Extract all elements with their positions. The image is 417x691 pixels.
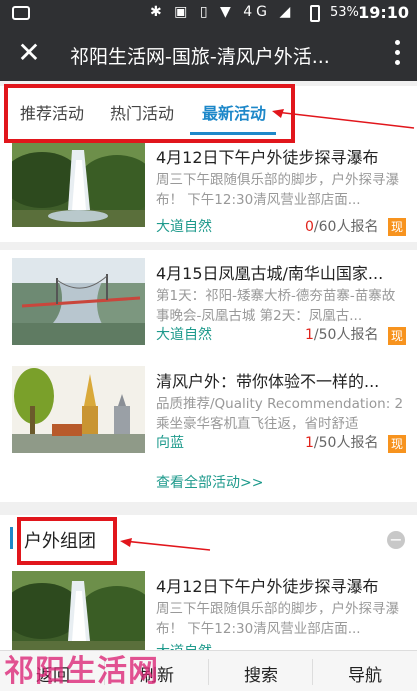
activity-organizer: 大道自然 (156, 327, 212, 343)
activity-description: 周三下午跟随俱乐部的脚步，户外探寻瀑布！ 下午12:30清风营业部店面... (156, 172, 399, 208)
waterfall-thumbnail (12, 140, 145, 227)
activity-item[interactable]: 清风户外：带你体验不一样的... 品质推荐/Quality Recommenda… (0, 358, 417, 466)
activity-title: 清风户外：带你体验不一样的... (156, 372, 380, 391)
waterfall-thumbnail (12, 571, 145, 658)
status-badge: 现 (388, 435, 406, 453)
collapse-icon[interactable]: − (387, 531, 405, 549)
signup-count: 1 (305, 327, 314, 343)
activity-title: 4月12日下午户外徒步探寻瀑布 (156, 148, 379, 167)
signup-capacity: /50人报名 (313, 435, 379, 451)
signup-capacity: /60人报名 (313, 219, 379, 235)
status-icons: ✱ ▣ ▯ ▼ 4G ◢ (150, 4, 295, 20)
activity-signups: 1/50人报名 (305, 432, 378, 452)
activity-signups: 1/50人报名 (305, 324, 378, 344)
activity-item[interactable]: 4月15日凤凰古城/南华山国家... 第1天：祁阳-矮寨大桥-德夯苗寨-苗寨故事… (0, 250, 417, 358)
activity-signups: 0/60人报名 (305, 216, 378, 236)
status-badge: 现 (388, 218, 406, 236)
annotation-arrow (272, 109, 415, 129)
search-button[interactable]: 搜索 (244, 661, 278, 686)
highlight-box-tabs (4, 84, 295, 143)
status-bar: ✱ ▣ ▯ ▼ 4G ◢ 53% 19:10 (0, 0, 417, 28)
temple-thumbnail (12, 366, 145, 453)
group-item[interactable]: 4月12日下午户外徒步探寻瀑布 周三下午跟随俱乐部的脚步，户外探寻瀑布！ 下午1… (0, 565, 417, 660)
activity-description: 第1天：祁阳-矮寨大桥-德夯苗寨-苗寨故事晚会-凤凰古城 第2天：凤凰古... (156, 288, 396, 324)
signup-capacity: /50人报名 (313, 327, 379, 343)
network-label: 4G (243, 4, 271, 20)
site-watermark: 祁阳生活网 (4, 654, 159, 689)
nav-separator (312, 659, 313, 685)
navigation-button[interactable]: 导航 (348, 661, 382, 686)
signup-count: 0 (305, 219, 314, 235)
clock: 19:10 (358, 3, 409, 22)
battery-percent: 53% (330, 5, 359, 20)
page-title: 祁阳生活网-国旅-清风户外活... (70, 46, 330, 68)
more-options-icon[interactable] (395, 40, 403, 70)
highlight-box-section (17, 517, 117, 565)
activity-description: 品质推荐/Quality Recommendation: 2乘坐豪华客机直飞往返… (156, 396, 404, 432)
status-badge: 现 (388, 327, 406, 345)
nav-separator (208, 659, 209, 685)
group-title: 4月12日下午户外徒步探寻瀑布 (156, 577, 379, 596)
activity-organizer: 向蓝 (156, 435, 184, 451)
section-divider (0, 502, 417, 514)
activity-organizer: 大道自然 (156, 219, 212, 235)
group-description: 周三下午跟随俱乐部的脚步，户外探寻瀑布！ 下午12:30清风营业部店面... (156, 601, 399, 637)
title-bar: ✕ 祁阳生活网-国旅-清风户外活... (0, 28, 417, 81)
close-icon[interactable]: ✕ (14, 38, 44, 68)
annotation-arrow (120, 538, 211, 551)
activity-title: 4月15日凤凰古城/南华山国家... (156, 264, 384, 283)
activity-item[interactable]: 4月12日下午户外徒步探寻瀑布 周三下午跟随俱乐部的脚步，户外探寻瀑布！ 下午1… (0, 136, 417, 242)
section-accent-bar (10, 527, 13, 549)
bridge-thumbnail (12, 258, 145, 345)
view-all-link[interactable]: 查看全部活动>> (156, 472, 263, 492)
signup-count: 1 (305, 435, 314, 451)
battery-icon (310, 5, 320, 22)
message-icon (12, 6, 30, 20)
